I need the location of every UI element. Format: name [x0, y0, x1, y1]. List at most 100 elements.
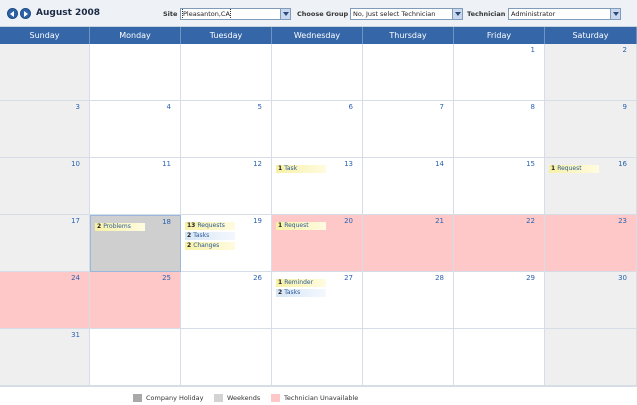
calendar-event-problems[interactable]: 2 Problems [95, 223, 145, 231]
day-number[interactable]: 20 [344, 217, 353, 225]
day-number[interactable]: 24 [71, 274, 80, 282]
weekday-wednesday: Wednesday [272, 27, 363, 44]
day-cell-28[interactable]: 28 [363, 272, 454, 329]
technician-select-value: Administrator [511, 10, 556, 18]
event-label[interactable]: Reminder [284, 279, 313, 286]
previous-month-icon[interactable] [7, 8, 18, 19]
day-number[interactable]: 3 [76, 103, 80, 111]
day-cell-16[interactable]: 16 1 Request [545, 158, 637, 215]
day-number[interactable]: 4 [167, 103, 171, 111]
day-cell-23[interactable]: 23 [545, 215, 637, 272]
day-cell-9[interactable]: 9 [545, 101, 637, 158]
event-count: 2 [97, 223, 102, 230]
day-cell-8[interactable]: 8 [454, 101, 545, 158]
group-select-value: No, Just select Technician [353, 10, 436, 18]
day-cell-1[interactable]: 1 [454, 44, 545, 101]
legend-item-weekends: Weekends [214, 394, 260, 402]
day-cell-21[interactable]: 21 [363, 215, 454, 272]
event-label[interactable]: Request [557, 165, 581, 172]
calendar-event-task[interactable]: 1 Task [276, 165, 326, 173]
day-cell-18[interactable]: 18 2 Problems [90, 215, 181, 272]
day-number[interactable]: 22 [526, 217, 535, 225]
day-number[interactable]: 6 [349, 103, 353, 111]
day-number[interactable]: 26 [253, 274, 262, 282]
event-label[interactable]: Changes [193, 242, 219, 249]
weekday-friday: Friday [454, 27, 545, 44]
day-number[interactable]: 11 [162, 160, 171, 168]
day-number[interactable]: 7 [440, 103, 444, 111]
day-cell-10[interactable]: 10 [0, 158, 90, 215]
event-label[interactable]: Requests [197, 222, 225, 229]
calendar-event-request[interactable]: 1 Request [276, 222, 326, 230]
day-number[interactable]: 9 [623, 103, 627, 111]
event-label[interactable]: Tasks [284, 289, 300, 296]
group-select[interactable]: No, Just select Technician [350, 8, 463, 20]
day-cell-25[interactable]: 25 [90, 272, 181, 329]
event-count: 13 [187, 222, 196, 229]
day-cell-7[interactable]: 7 [363, 101, 454, 158]
day-number[interactable]: 13 [344, 160, 353, 168]
day-number[interactable]: 12 [253, 160, 262, 168]
day-number[interactable]: 10 [71, 160, 80, 168]
day-number[interactable]: 31 [71, 331, 80, 339]
chevron-down-icon[interactable] [452, 9, 462, 19]
day-number[interactable]: 2 [623, 46, 627, 54]
day-cell-2[interactable]: 2 [545, 44, 637, 101]
event-label[interactable]: Request [284, 222, 308, 229]
chevron-down-icon[interactable] [280, 9, 290, 19]
day-number[interactable]: 17 [71, 217, 80, 225]
day-cell-12[interactable]: 12 [181, 158, 272, 215]
day-cell-24[interactable]: 24 [0, 272, 90, 329]
day-number[interactable]: 25 [162, 274, 171, 282]
calendar-event-tasks[interactable]: 2 Tasks [276, 289, 326, 297]
day-cell-27[interactable]: 27 1 Reminder 2 Tasks [272, 272, 363, 329]
day-number[interactable]: 14 [435, 160, 444, 168]
day-cell-30[interactable]: 30 [545, 272, 637, 329]
event-label[interactable]: Problems [103, 223, 131, 230]
day-cell-15[interactable]: 15 [454, 158, 545, 215]
day-number[interactable]: 16 [618, 160, 627, 168]
empty-day-cell [181, 329, 272, 386]
day-number[interactable]: 28 [435, 274, 444, 282]
day-number[interactable]: 1 [531, 46, 535, 54]
day-number[interactable]: 29 [526, 274, 535, 282]
event-label[interactable]: Task [284, 165, 297, 172]
day-cell-5[interactable]: 5 [181, 101, 272, 158]
day-cell-3[interactable]: 3 [0, 101, 90, 158]
day-number[interactable]: 19 [253, 217, 262, 225]
day-cell-31[interactable]: 31 [0, 329, 90, 386]
day-cell-14[interactable]: 14 [363, 158, 454, 215]
group-label: Choose Group [297, 10, 349, 18]
day-cell-29[interactable]: 29 [454, 272, 545, 329]
day-cell-6[interactable]: 6 [272, 101, 363, 158]
day-cell-11[interactable]: 11 [90, 158, 181, 215]
day-cell-4[interactable]: 4 [90, 101, 181, 158]
day-cell-19[interactable]: 19 13 Requests 2 Tasks 2 Changes [181, 215, 272, 272]
day-number[interactable]: 27 [344, 274, 353, 282]
weekday-tuesday: Tuesday [181, 27, 272, 44]
event-label[interactable]: Tasks [193, 232, 209, 239]
day-cell-26[interactable]: 26 [181, 272, 272, 329]
day-cell-13[interactable]: 13 1 Task [272, 158, 363, 215]
calendar-event-requests[interactable]: 13 Requests [185, 222, 235, 230]
day-number[interactable]: 23 [618, 217, 627, 225]
day-number[interactable]: 18 [162, 218, 171, 226]
day-number[interactable]: 8 [531, 103, 535, 111]
calendar-event-changes[interactable]: 2 Changes [185, 242, 235, 250]
day-number[interactable]: 15 [526, 160, 535, 168]
weekday-thursday: Thursday [363, 27, 454, 44]
calendar-event-reminder[interactable]: 1 Reminder [276, 279, 326, 287]
day-number[interactable]: 30 [618, 274, 627, 282]
day-cell-22[interactable]: 22 [454, 215, 545, 272]
calendar-event-request[interactable]: 1 Request [549, 165, 599, 173]
technician-label: Technician [467, 10, 506, 18]
day-cell-20[interactable]: 20 1 Request [272, 215, 363, 272]
day-number[interactable]: 5 [258, 103, 262, 111]
technician-select[interactable]: Administrator [508, 8, 621, 20]
day-number[interactable]: 21 [435, 217, 444, 225]
calendar-event-tasks[interactable]: 2 Tasks [185, 232, 235, 240]
site-select[interactable]: Pleasanton,CA [180, 8, 291, 20]
chevron-down-icon[interactable] [610, 9, 620, 19]
next-month-icon[interactable] [20, 8, 31, 19]
day-cell-17[interactable]: 17 [0, 215, 90, 272]
